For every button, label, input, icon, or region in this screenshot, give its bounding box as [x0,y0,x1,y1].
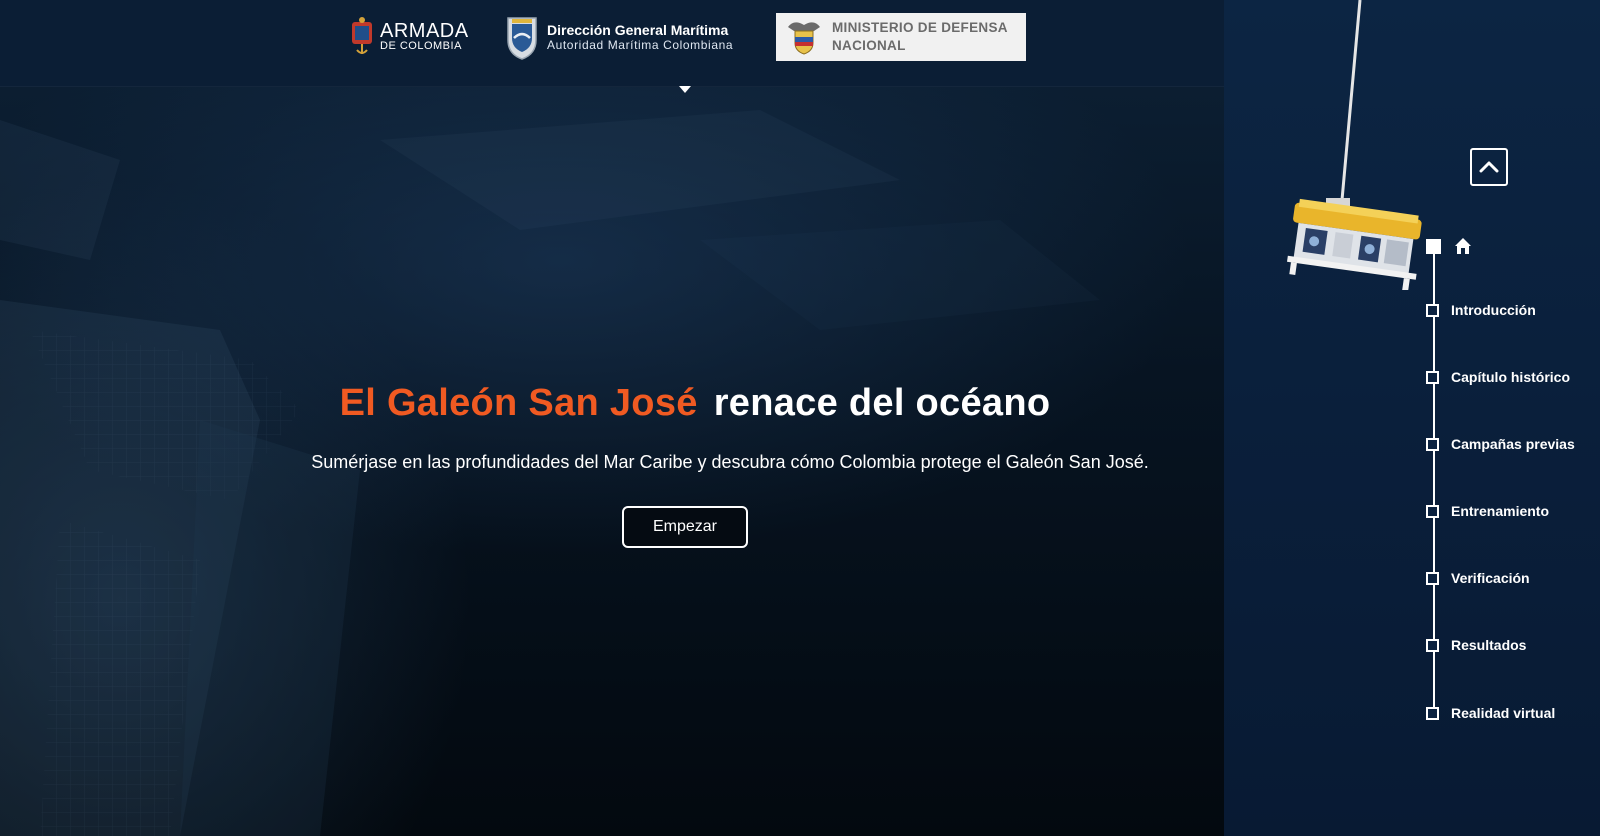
mindef-logo[interactable]: MINISTERIO DE DEFENSA NACIONAL [776,13,1026,61]
nav-marker [1426,437,1439,451]
hero-section: ARMADA DE COLOMBIA Dirección General Mar… [0,0,1224,836]
armada-logo-line2: DE COLOMBIA [380,39,462,52]
nav-item-label: Resultados [1451,637,1527,653]
nav-item-label: Capítulo histórico [1451,369,1570,385]
top-header-bar: ARMADA DE COLOMBIA Dirección General Mar… [0,0,1224,87]
armada-logo[interactable]: ARMADA DE COLOMBIA [350,14,469,58]
nav-marker [1426,303,1439,317]
nav-item-resultados[interactable]: Resultados [1426,637,1526,653]
nav-item-capitulo-historico[interactable]: Capítulo histórico [1426,369,1570,385]
mindef-logo-line1: MINISTERIO DE DEFENSA [832,20,1008,36]
nav-marker [1426,504,1439,518]
nav-item-introduccion[interactable]: Introducción [1426,302,1536,318]
nav-marker [1426,638,1439,652]
hero-title: El Galeón San José renace del océano [0,382,1390,425]
nav-item-label: Campañas previas [1451,436,1575,452]
caret-down-icon[interactable] [679,86,691,93]
nav-marker [1426,370,1439,384]
nav-item-label: Introducción [1451,302,1536,318]
start-button[interactable]: Empezar [622,506,748,548]
nav-marker [1426,706,1439,720]
dimar-logo[interactable]: Dirección General Marítima Autoridad Mar… [505,13,733,61]
home-icon [1455,238,1471,254]
nav-item-entrenamiento[interactable]: Entrenamiento [1426,503,1549,519]
nav-marker [1426,571,1439,585]
armada-anchor-icon [352,17,372,54]
nav-home-marker [1426,238,1441,254]
rov-submarine-icon [1287,0,1422,290]
armada-logo-line1: ARMADA [380,19,469,42]
hero-title-rest: renace del océano [713,382,1051,424]
scroll-to-top-button[interactable] [1470,148,1508,186]
nav-item-campanas-previas[interactable]: Campañas previas [1426,436,1575,452]
page: ARMADA DE COLOMBIA Dirección General Mar… [0,0,1600,836]
dimar-shield-icon [507,17,537,60]
colombia-coat-of-arms-icon [788,22,820,55]
dimar-logo-line1: Dirección General Marítima [547,22,729,38]
nav-item-home[interactable] [1426,236,1473,256]
nav-item-label: Realidad virtual [1451,705,1556,721]
nav-item-label: Verificación [1451,570,1530,586]
nav-item-verificacion[interactable]: Verificación [1426,570,1530,586]
dimar-logo-line2: Autoridad Marítima Colombiana [547,38,734,52]
hero-title-accent: El Galeón San José [339,382,698,424]
nav-item-realidad-virtual[interactable]: Realidad virtual [1426,705,1555,721]
nav-item-label: Entrenamiento [1451,503,1550,519]
mindef-logo-line2: NACIONAL [832,38,906,53]
chevron-up-icon [1479,161,1499,173]
